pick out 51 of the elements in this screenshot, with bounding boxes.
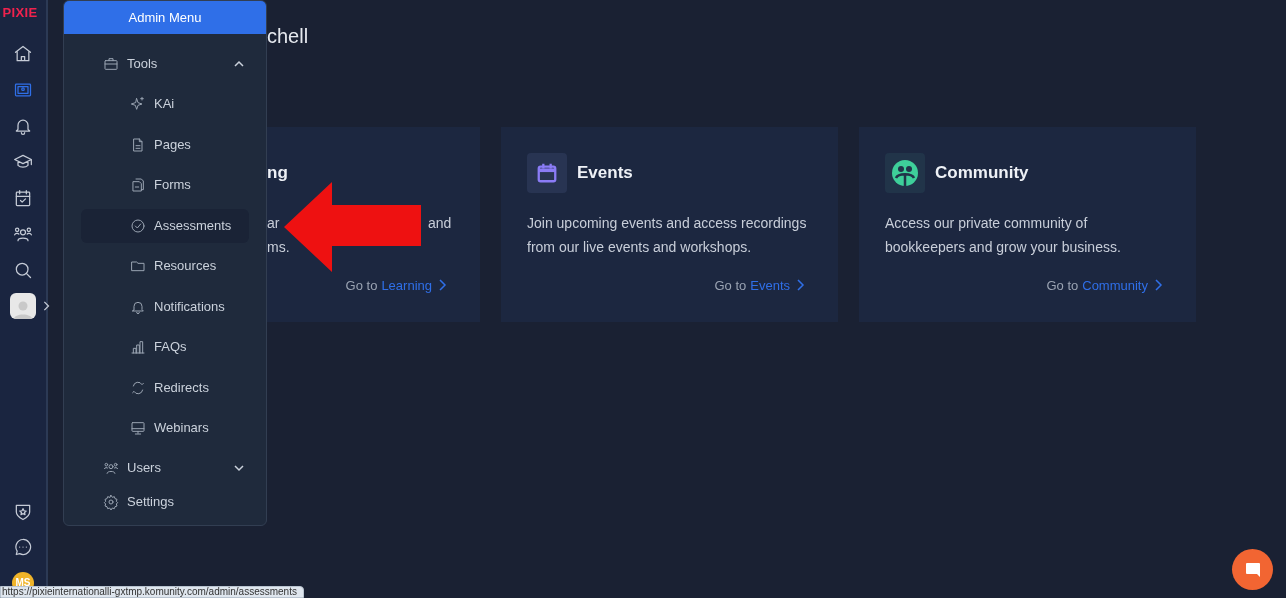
- menu-group-item[interactable]: Settings: [81, 485, 249, 519]
- card-description: ms.: [267, 238, 290, 257]
- monitor-icon: [130, 420, 146, 436]
- chevron-icon: [41, 301, 51, 311]
- check-circle-icon: [130, 217, 146, 234]
- menu-item[interactable]: Pages: [81, 127, 249, 162]
- speech-bubble-icon: [1244, 561, 1261, 578]
- calendar-icon: [13, 187, 33, 208]
- chevron-icon: [1152, 279, 1164, 292]
- card-title: Events: [577, 162, 633, 185]
- calendar-icon: [527, 153, 567, 193]
- url-tooltip: https://pixieinternationalli-gxtmp.komunity.com/admin/assessments: [0, 586, 304, 598]
- logo: PIXIE: [2, 6, 38, 19]
- menu-item[interactable]: Assessments: [81, 208, 249, 243]
- menu-item[interactable]: Forms: [81, 168, 249, 202]
- person-silhouette-icon: [13, 299, 33, 319]
- card-title: ng: [267, 162, 288, 185]
- card-description: Access our private community of bookkeepers and grow your business.: [885, 214, 1122, 257]
- card-description: and: [428, 214, 452, 233]
- chevron-icon: [436, 279, 448, 292]
- menu-item[interactable]: Resources: [81, 249, 249, 283]
- refresh-icon: [130, 379, 146, 396]
- briefcase-icon: [103, 56, 119, 72]
- card-link[interactable]: Go to Events: [714, 275, 806, 295]
- stacked-documents-icon: [130, 177, 146, 193]
- sparkle-icon: [130, 96, 146, 112]
- bar-chart-icon: [130, 339, 146, 355]
- card-title: Community: [935, 162, 1029, 185]
- menu-group-item[interactable]: Users: [81, 451, 249, 485]
- card-description: Join upcoming events and access recordings from our live events and workshops.: [527, 214, 808, 257]
- document-icon: [130, 136, 146, 153]
- menu-item[interactable]: Webinars: [81, 411, 249, 445]
- folder-icon: [130, 258, 146, 274]
- card-link[interactable]: Go to Learning: [345, 275, 448, 295]
- card-description: ar: [267, 214, 281, 233]
- menu-item[interactable]: Redirects: [81, 370, 249, 405]
- menu-header: Admin Menu: [64, 1, 266, 34]
- people-icon: [103, 460, 119, 476]
- community-icon: [885, 153, 925, 193]
- chevron-icon: [794, 279, 806, 292]
- page-heading: chell: [267, 24, 310, 48]
- card-link[interactable]: Go to Community: [1046, 275, 1164, 295]
- gear-icon: [103, 494, 119, 510]
- menu-item[interactable]: KAi: [81, 87, 249, 121]
- menu-item[interactable]: FAQs: [81, 330, 249, 364]
- home-icon: [13, 43, 33, 64]
- chat-bubble-icon: [13, 536, 33, 557]
- menu-item[interactable]: Notifications: [81, 289, 249, 324]
- profile-avatar-button[interactable]: [10, 293, 36, 319]
- chat-launcher-button[interactable]: [1232, 549, 1273, 590]
- menu-group-item[interactable]: Tools: [81, 47, 249, 81]
